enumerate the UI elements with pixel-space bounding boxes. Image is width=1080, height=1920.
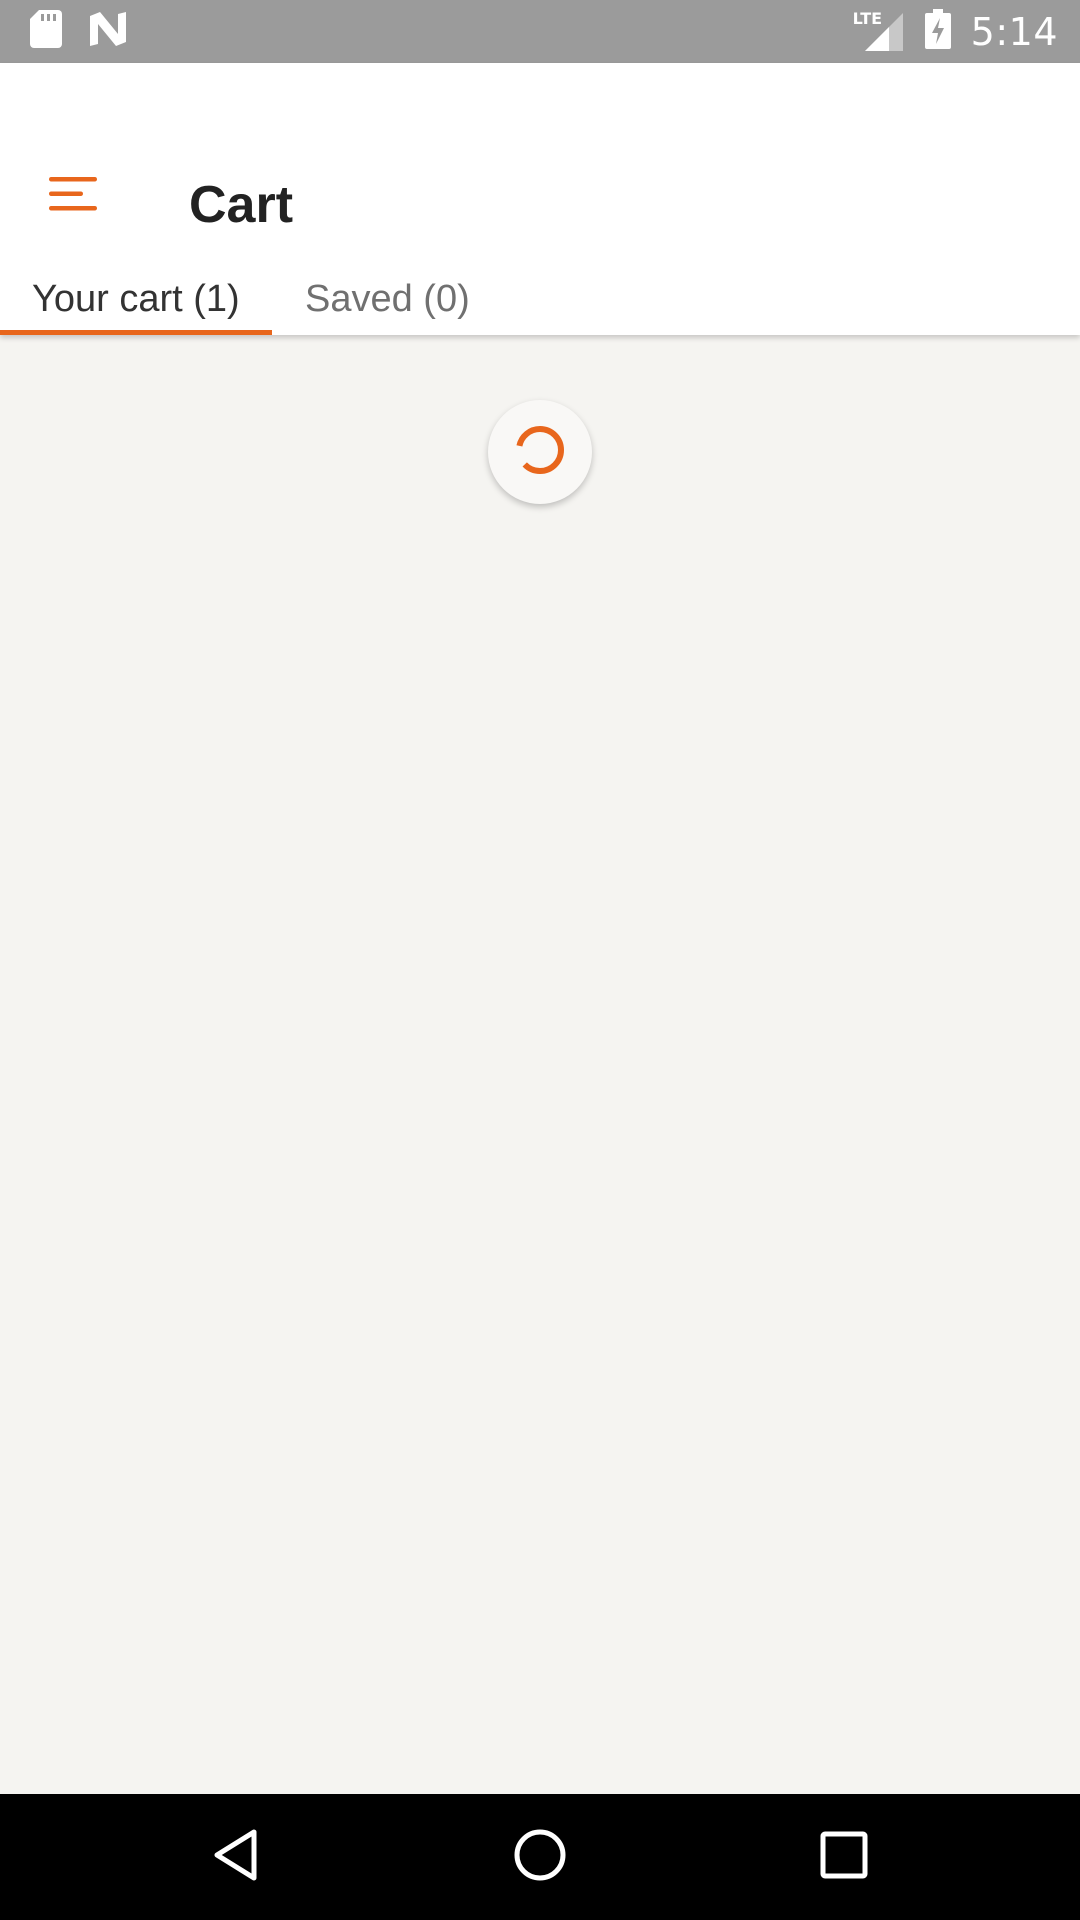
app-bar: Cart Your cart (1) Saved (0)	[0, 63, 1080, 335]
back-button[interactable]	[166, 1794, 306, 1920]
tab-your-cart[interactable]: Your cart (1)	[0, 274, 272, 335]
menu-button[interactable]	[40, 163, 106, 229]
back-icon	[212, 1828, 260, 1887]
recents-icon	[820, 1831, 868, 1884]
home-icon	[513, 1828, 567, 1887]
tab-your-cart-label: Your cart (1)	[32, 278, 240, 320]
system-nav-bar	[0, 1794, 1080, 1920]
tab-saved-label: Saved (0)	[305, 278, 470, 320]
sd-card-icon	[30, 10, 62, 53]
signal-icon: LTE	[853, 9, 905, 53]
page-title: Cart	[189, 176, 294, 234]
loading-spinner-icon	[510, 420, 570, 485]
loading-indicator	[488, 400, 592, 504]
battery-charging-icon	[924, 9, 951, 54]
hamburger-menu-icon	[48, 174, 98, 219]
tab-bar: Your cart (1) Saved (0)	[0, 274, 1080, 335]
home-button[interactable]	[470, 1794, 610, 1920]
recents-button[interactable]	[774, 1794, 914, 1920]
tab-saved[interactable]: Saved (0)	[272, 274, 470, 335]
tab-selected-indicator	[0, 330, 272, 335]
status-time: 5:14	[970, 9, 1058, 54]
n-logo-icon	[88, 12, 128, 51]
status-bar: LTE 5:14	[0, 0, 1080, 63]
